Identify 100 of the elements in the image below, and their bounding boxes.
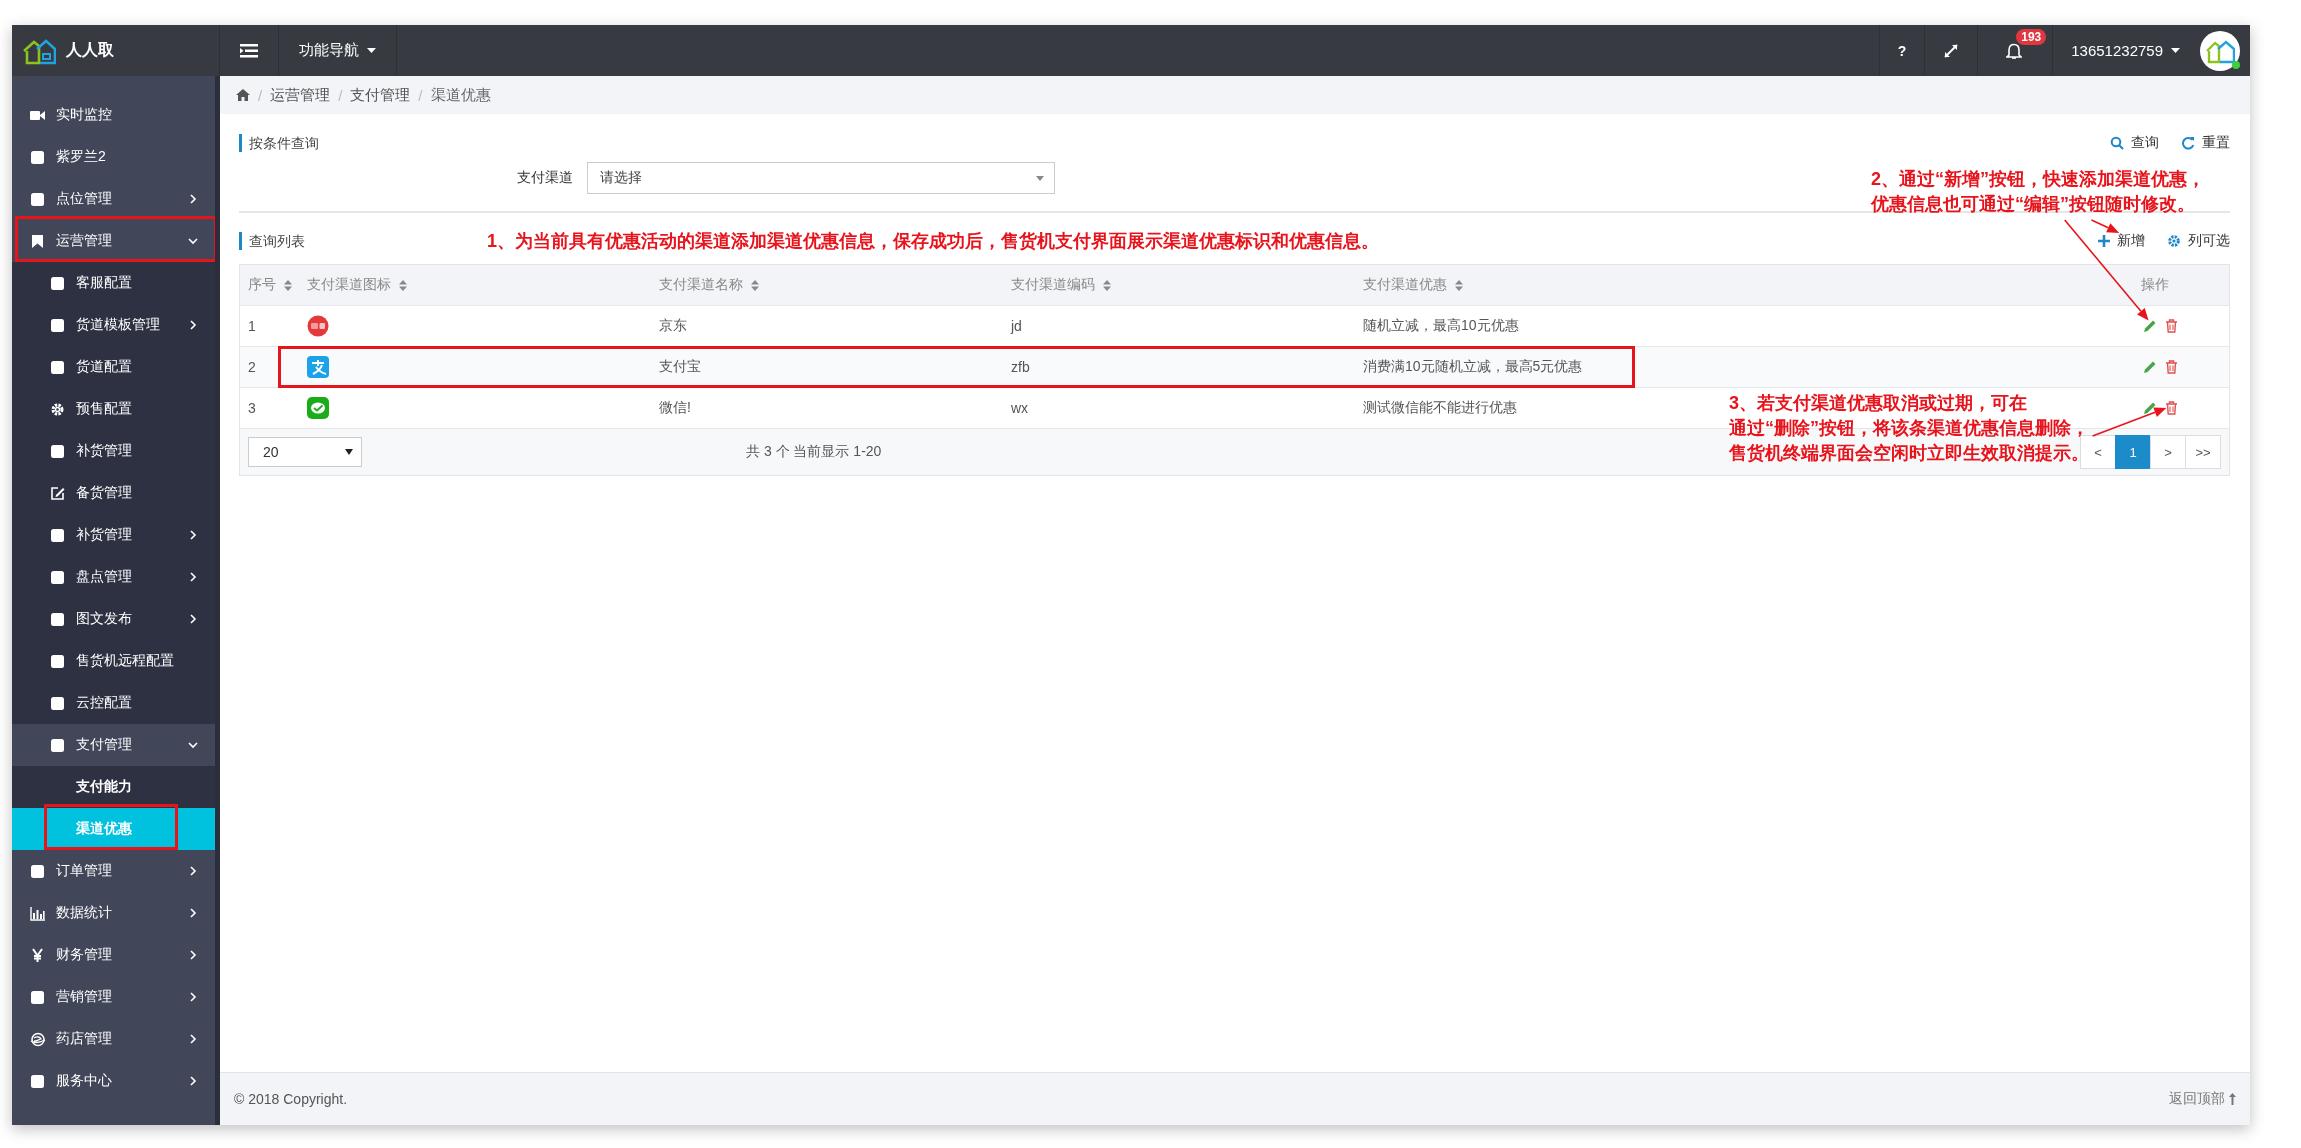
home-icon[interactable]: [236, 89, 250, 101]
breadcrumb-link[interactable]: 支付管理: [350, 85, 411, 105]
sort-icon: [1455, 279, 1463, 291]
avatar[interactable]: [2200, 30, 2240, 71]
sidebar-item[interactable]: 图文发布: [12, 598, 215, 640]
sidebar-item[interactable]: 货道配置: [12, 346, 215, 388]
breadcrumb-separator: /: [258, 86, 263, 104]
search-icon: [2110, 136, 2124, 150]
page-summary: 共 3 个 当前显示 1-20: [746, 443, 882, 461]
page-button[interactable]: >>: [2185, 435, 2221, 469]
query-button[interactable]: 查询: [2110, 134, 2159, 152]
sort-icon: [751, 279, 759, 291]
back-to-top-link[interactable]: 返回顶部: [2169, 1090, 2236, 1108]
user-menu[interactable]: 13651232759: [2053, 25, 2198, 76]
page-button[interactable]: <: [2080, 435, 2116, 469]
select-field[interactable]: 请选择: [587, 162, 1055, 194]
sidebar-item[interactable]: 药店管理: [12, 1018, 215, 1060]
square-icon: [50, 443, 66, 459]
edit-icon: [50, 485, 66, 501]
sidebar-item[interactable]: 营销管理: [12, 976, 215, 1018]
sidebar-item[interactable]: 运营管理: [12, 220, 215, 262]
table-cell: 京东: [659, 317, 687, 335]
sidebar-item[interactable]: 预售配置: [12, 388, 215, 430]
sidebar-item[interactable]: 售货机远程配置: [12, 640, 215, 682]
sidebar-item[interactable]: 盘点管理: [12, 556, 215, 598]
sort-icon: [1103, 279, 1111, 291]
square-icon: [30, 191, 46, 207]
sidebar-item[interactable]: 服务中心: [12, 1060, 215, 1102]
trash-icon[interactable]: [2165, 401, 2178, 415]
gear-icon: [50, 401, 66, 417]
pencil-icon[interactable]: [2143, 401, 2157, 415]
fullscreen-icon[interactable]: [1943, 42, 1960, 59]
breadcrumb-separator: /: [338, 86, 343, 104]
table-cell: wx: [1011, 400, 1029, 416]
square-icon: [30, 989, 46, 1005]
caret-icon: [345, 449, 353, 455]
table-cell: 3: [248, 400, 256, 416]
sidebar-item[interactable]: 点位管理: [12, 178, 215, 220]
sidebar-item[interactable]: 云控配置: [12, 682, 215, 724]
page-size-select[interactable]: 20: [248, 437, 362, 467]
sidebar-item[interactable]: 备货管理: [12, 472, 215, 514]
square-icon: [50, 275, 66, 291]
channel-logo-icon: [307, 356, 329, 378]
table-cell: 测试微信能不能进行优惠: [1363, 399, 1517, 417]
table-cell: 随机立减，最高10元优惠: [1363, 317, 1519, 335]
channel-logo-icon: [307, 315, 329, 337]
sort-icon: [284, 279, 292, 291]
table-cell: zfb: [1011, 359, 1030, 375]
column-header: 操作: [2140, 276, 2170, 294]
square-icon: [50, 737, 66, 753]
reset-button[interactable]: 重置: [2181, 134, 2230, 152]
trash-icon[interactable]: [2165, 319, 2178, 333]
refresh-icon: [2181, 136, 2195, 150]
table-cell: 消费满10元随机立减，最高5元优惠: [1363, 358, 1583, 376]
annotation-text: 1、为当前具有优惠活动的渠道添加渠道优惠信息，保存成功后，售货机支付界面展示渠道优惠标识和优惠信息。: [487, 230, 1379, 253]
app-name: 人人取: [66, 40, 114, 60]
page-button[interactable]: >: [2150, 435, 2186, 469]
sidebar-item[interactable]: 支付管理: [12, 724, 215, 766]
sidebar-item[interactable]: 补货管理: [12, 430, 215, 472]
bar-chart-icon: [30, 905, 46, 921]
table-cell: 2: [248, 359, 256, 375]
square-icon: [50, 653, 66, 669]
table-cell: 1: [248, 318, 256, 334]
menu-toggle-icon[interactable]: [240, 43, 258, 58]
pencil-icon[interactable]: [2143, 319, 2157, 333]
bell-icon[interactable]: [2006, 41, 2023, 60]
page-button[interactable]: 1: [2115, 435, 2151, 469]
arrow-up-icon: [2229, 1093, 2236, 1105]
plus-icon: [2098, 235, 2110, 247]
sidebar-item[interactable]: 实时监控: [12, 94, 215, 136]
sidebar-item[interactable]: 订单管理: [12, 850, 215, 892]
square-icon: [50, 317, 66, 333]
caret-icon: [2171, 48, 2180, 53]
field-label: 支付渠道: [517, 169, 573, 187]
sidebar-item[interactable]: 数据统计: [12, 892, 215, 934]
trash-icon[interactable]: [2165, 360, 2178, 374]
caret-icon: [367, 48, 376, 53]
square-icon: [50, 611, 66, 627]
sidebar-item[interactable]: 货道模板管理: [12, 304, 215, 346]
square-icon: [30, 149, 46, 165]
square-icon: [50, 527, 66, 543]
sidebar-item[interactable]: 补货管理: [12, 514, 215, 556]
sort-icon: [399, 279, 407, 291]
sidebar-item[interactable]: 紫罗兰2: [12, 136, 215, 178]
pencil-icon[interactable]: [2143, 360, 2157, 374]
breadcrumb-link[interactable]: 运营管理: [270, 85, 331, 105]
add-button[interactable]: 新增: [2098, 232, 2145, 250]
square-icon: [50, 695, 66, 711]
copyright-text: © 2018 Copyright.: [234, 1091, 348, 1107]
caret-icon: [1036, 175, 1044, 181]
square-icon: [50, 359, 66, 375]
columns-button[interactable]: 列可选: [2167, 232, 2230, 250]
sidebar-item[interactable]: 客服配置: [12, 262, 215, 304]
annotation-text: 2、通过“新增”按钮，快速添加渠道优惠， 优惠信息也可通过“编辑”按钮随时修改。: [1871, 168, 2205, 216]
sidebar-item[interactable]: 支付能力: [12, 766, 215, 808]
table-cell: 支付宝: [659, 358, 701, 376]
table-cell: 微信!: [659, 399, 691, 417]
sidebar-item[interactable]: 财务管理: [12, 934, 215, 976]
globe-icon: [30, 1031, 46, 1047]
square-icon: [30, 863, 46, 879]
